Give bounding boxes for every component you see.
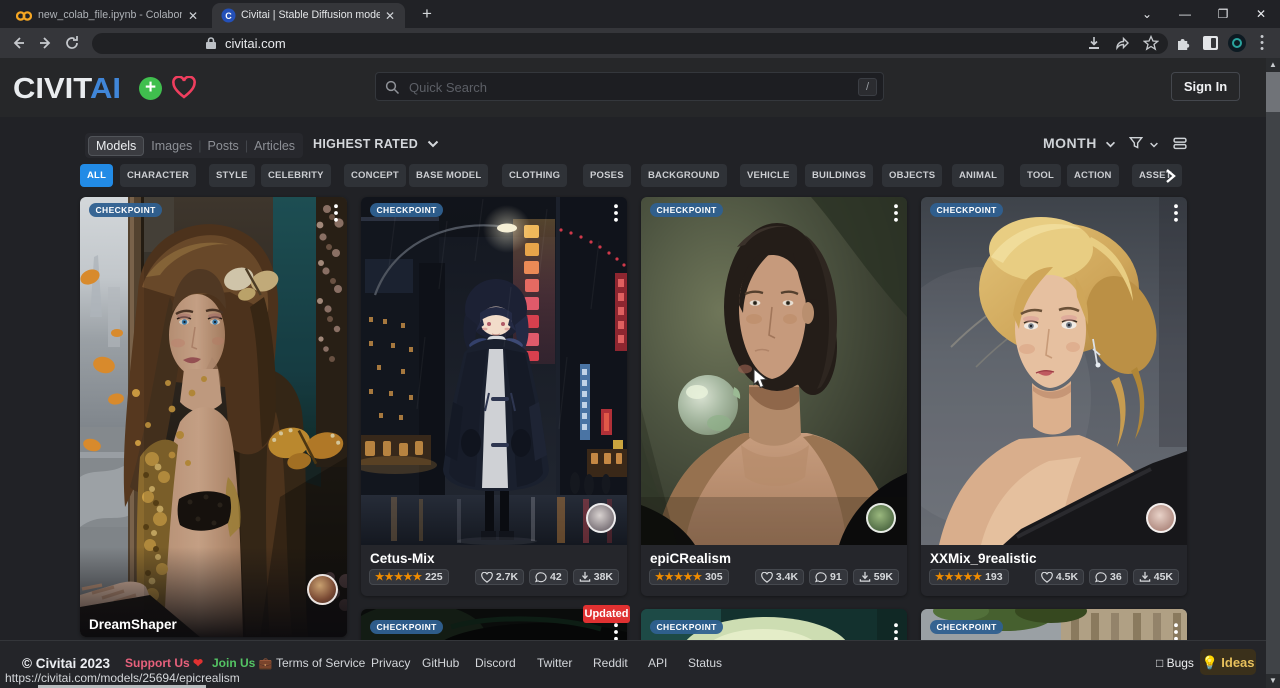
svg-text:C: C (225, 11, 232, 21)
